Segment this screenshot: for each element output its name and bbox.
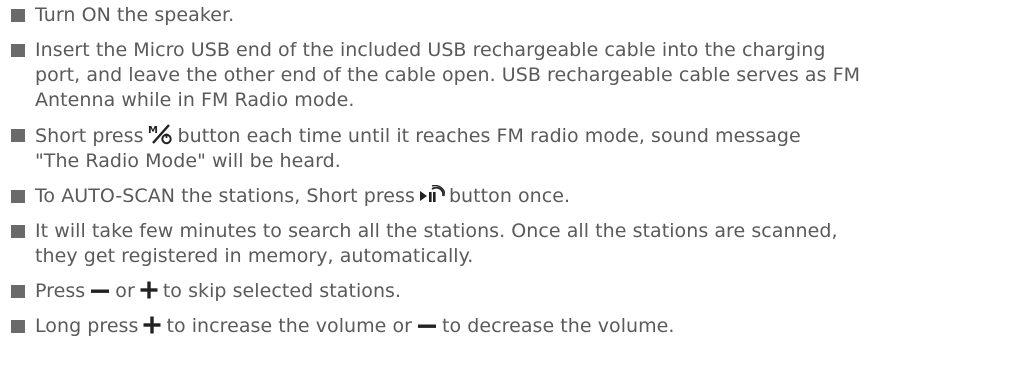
instruction-item-2: Insert the Micro USB end of the included… [0, 38, 1020, 113]
svg-text:M: M [148, 125, 158, 136]
square-bullet-icon [11, 9, 25, 22]
instruction-item-6: Press or to skip selected stations. [0, 279, 1020, 304]
play-pause-icon [419, 185, 445, 205]
instruction-text: Long press [35, 315, 139, 337]
instruction-text: Insert the Micro USB end of the included… [35, 39, 826, 61]
minus-icon [416, 317, 438, 335]
instruction-text: button each time until it reaches FM rad… [177, 125, 801, 147]
instruction-text: Antenna while in FM Radio mode. [35, 89, 355, 111]
square-bullet-icon [11, 129, 25, 142]
instruction-item-3: Short press M button each time until it … [0, 123, 1020, 174]
square-bullet-icon [11, 225, 25, 238]
instruction-text: to decrease the volume. [442, 315, 675, 337]
instruction-item-4: To AUTO-SCAN the stations, Short press b… [0, 184, 1020, 209]
plus-icon [142, 315, 162, 335]
instruction-text: port, and leave the other end of the cab… [35, 64, 861, 86]
minus-icon [89, 282, 111, 300]
instructions-page: Turn ON the speaker. Insert the Micro US… [0, 0, 1020, 384]
plus-icon [139, 280, 159, 300]
mode-switch-icon: M [148, 123, 174, 145]
instruction-text: "The Radio Mode" will be heard. [35, 150, 341, 172]
instruction-item-5: It will take few minutes to search all t… [0, 219, 1020, 269]
instruction-list: Turn ON the speaker. Insert the Micro US… [0, 3, 1020, 339]
instruction-text: It will take few minutes to search all t… [35, 220, 838, 242]
instruction-item-7: Long press to increase the volume or to de… [0, 314, 1020, 339]
instruction-text: Turn ON the speaker. [35, 4, 235, 26]
square-bullet-icon [11, 320, 25, 333]
instruction-text: Press [35, 280, 86, 302]
instruction-item-1: Turn ON the speaker. [0, 3, 1020, 28]
instruction-text: to skip selected stations. [162, 280, 402, 302]
instruction-text: Short press [35, 125, 144, 147]
square-bullet-icon [11, 44, 25, 57]
instruction-text: they get registered in memory, automatic… [35, 245, 474, 267]
instruction-text: To AUTO-SCAN the stations, Short press [35, 185, 415, 207]
square-bullet-icon [11, 190, 25, 203]
instruction-text: to increase the volume or [166, 315, 413, 337]
square-bullet-icon [11, 285, 25, 298]
instruction-text: or [115, 280, 135, 302]
instruction-text: button once. [448, 185, 571, 207]
